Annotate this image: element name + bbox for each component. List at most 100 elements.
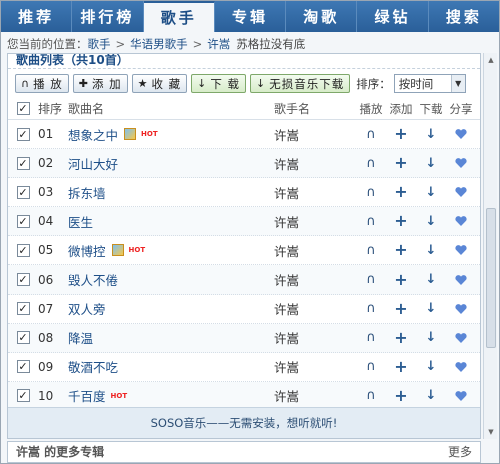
song-name-link[interactable]: 千百度 [68,386,106,405]
nav-tab-albums[interactable]: 专辑 [215,1,287,32]
song-name-link[interactable]: 想象之中 [68,125,118,144]
arrow-down-icon[interactable]: ↓ [426,185,437,200]
headphones-icon[interactable]: ∩ [366,127,376,142]
favorite-button[interactable]: ★ 收 藏 [131,74,188,93]
plus-icon[interactable]: + [394,358,407,375]
singer-name[interactable]: 许嵩 [274,357,356,376]
song-checkbox[interactable]: ✓ [16,360,30,374]
lossless-download-label: 无损音乐下载 [269,76,345,91]
nav-tab-singers[interactable]: 歌手 [143,1,215,32]
song-name-link[interactable]: 医生 [68,212,93,231]
plus-icon[interactable]: + [394,329,407,346]
more-albums-link[interactable]: 更多 [448,443,472,460]
song-checkbox[interactable]: ✓ [16,389,30,403]
scroll-down-icon[interactable]: ▼ [484,425,498,439]
play-button[interactable]: ∩ 播 放 [15,74,69,93]
breadcrumb-singers[interactable]: 歌手 [88,36,111,52]
singer-name[interactable]: 许嵩 [274,328,356,347]
song-name-link[interactable]: 降温 [68,328,93,347]
song-checkbox[interactable]: ✓ [16,214,30,228]
headphones-icon[interactable]: ∩ [366,243,376,258]
nav-tab-search[interactable]: 搜索 [429,1,499,32]
nav-tab-recommend[interactable]: 推荐 [1,1,73,32]
plus-icon[interactable]: + [394,155,407,171]
breadcrumb: 您当前的位置： 歌手 > 华语男歌手 > 许嵩 苏格拉没有底 [7,35,305,53]
headphones-icon[interactable]: ∩ [366,301,376,316]
heart-icon[interactable] [455,390,467,401]
singer-name[interactable]: 许嵩 [274,241,356,260]
song-name-link[interactable]: 双人旁 [68,299,106,318]
song-name-link[interactable]: 敬酒不吃 [68,357,118,376]
song-checkbox[interactable]: ✓ [16,302,30,316]
singer-name[interactable]: 许嵩 [274,270,356,289]
heart-icon[interactable] [455,216,467,227]
singer-name[interactable]: 许嵩 [274,154,356,173]
nav-tab-discover[interactable]: 淘歌 [286,1,358,32]
heart-icon[interactable] [455,274,467,285]
plus-icon[interactable]: + [394,387,407,404]
song-index: 09 [38,359,54,374]
download-button[interactable]: ↓ 下 载 [191,74,246,93]
heart-icon[interactable] [455,303,467,314]
heart-icon[interactable] [455,187,467,198]
chevron-down-icon: ▼ [450,75,465,92]
sort-select[interactable]: 按时间 ▼ [393,74,466,93]
headphones-icon[interactable]: ∩ [366,330,376,345]
nav-tab-green-diamond[interactable]: 绿钻 [357,1,429,32]
plus-icon[interactable]: + [394,126,407,142]
arrow-down-icon[interactable]: ↓ [426,388,437,403]
nav-tab-charts[interactable]: 排行榜 [72,1,144,32]
singer-name[interactable]: 许嵩 [274,125,356,144]
headphones-icon[interactable]: ∩ [366,359,376,374]
song-checkbox[interactable]: ✓ [16,243,30,257]
arrow-down-icon[interactable]: ↓ [426,156,437,171]
headphones-icon[interactable]: ∩ [366,156,376,171]
heart-icon[interactable] [455,332,467,343]
arrow-down-icon[interactable]: ↓ [426,214,437,229]
arrow-down-icon[interactable]: ↓ [426,127,437,142]
song-checkbox[interactable]: ✓ [16,331,30,345]
scroll-thumb[interactable] [486,208,496,348]
vertical-scrollbar[interactable]: ▲ ▼ [483,53,497,439]
arrow-down-icon[interactable]: ↓ [426,359,437,374]
arrow-down-icon[interactable]: ↓ [426,301,437,316]
singer-name[interactable]: 许嵩 [274,386,356,405]
plus-icon[interactable]: + [394,184,407,200]
song-name-link[interactable]: 河山大好 [68,154,118,173]
more-albums-title: 许嵩 的更多专辑 [16,445,105,459]
song-name-link[interactable]: 毁人不倦 [68,270,118,289]
song-name-link[interactable]: 拆东墙 [68,183,106,202]
plus-icon[interactable]: + [394,271,407,288]
plus-icon[interactable]: + [394,300,407,317]
headphones-icon[interactable]: ∩ [366,272,376,287]
plus-icon[interactable]: + [394,213,407,229]
arrow-down-icon[interactable]: ↓ [426,272,437,287]
song-name-link[interactable]: 微博控 [68,241,106,260]
song-checkbox[interactable]: ✓ [16,185,30,199]
heart-icon[interactable] [455,158,467,169]
song-checkbox[interactable]: ✓ [16,127,30,141]
arrow-down-icon[interactable]: ↓ [426,243,437,258]
heart-icon[interactable] [455,361,467,372]
song-list-panel: 歌曲列表（共10首） ∩ 播 放 ✚ 添 加 ★ 收 藏 ↓ 下 载 ↓ 无损音… [7,53,481,439]
breadcrumb-chinese-male[interactable]: 华语男歌手 [130,36,188,52]
singer-name[interactable]: 许嵩 [274,299,356,318]
song-checkbox[interactable]: ✓ [16,273,30,287]
singer-name[interactable]: 许嵩 [274,212,356,231]
select-all-checkbox[interactable]: ✓ [16,102,30,115]
song-checkbox[interactable]: ✓ [16,156,30,170]
headphones-icon[interactable]: ∩ [366,214,376,229]
plus-icon[interactable]: + [394,242,407,258]
singer-name[interactable]: 许嵩 [274,183,356,202]
mv-icon[interactable] [111,244,124,257]
add-button[interactable]: ✚ 添 加 [72,74,128,93]
breadcrumb-artist[interactable]: 许嵩 [207,36,230,52]
headphones-icon[interactable]: ∩ [366,388,376,403]
heart-icon[interactable] [455,245,467,256]
scroll-up-icon[interactable]: ▲ [484,53,498,67]
heart-icon[interactable] [455,129,467,140]
lossless-download-button[interactable]: ↓ 无损音乐下载 [250,74,351,93]
arrow-down-icon[interactable]: ↓ [426,330,437,345]
headphones-icon[interactable]: ∩ [366,185,376,200]
mv-icon[interactable] [124,128,137,141]
